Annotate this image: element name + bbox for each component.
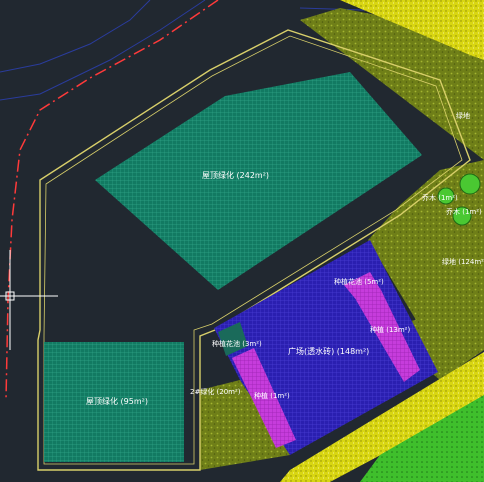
crosshair-cursor bbox=[0, 250, 58, 350]
lawn-left-label: 2#绿化 (20m²) bbox=[190, 387, 241, 396]
lawn-right-label: 绿地 (124m²) bbox=[442, 257, 484, 266]
drawing-svg[interactable]: 屋顶绿化 (242m²) 屋顶绿化 (95m²) 广场(透水砖) (148m²)… bbox=[0, 0, 484, 482]
tree-b-label: 乔木 (1m²) bbox=[446, 207, 482, 216]
planting-top-label: 种植花池 (5m²) bbox=[334, 277, 384, 286]
planting-bottom-label: 种植 (1m²) bbox=[254, 391, 290, 400]
planting-right-label: 种植 (13m²) bbox=[370, 325, 410, 334]
roof-green-bottom-label: 屋顶绿化 (95m²) bbox=[86, 396, 148, 406]
tree-a-label: 乔木 (1m²) bbox=[422, 193, 458, 202]
plaza-label: 广场(透水砖) (148m²) bbox=[288, 346, 369, 356]
lawn-top-right-label: 绿地 bbox=[456, 111, 470, 120]
cad-drawing-canvas[interactable]: 屋顶绿化 (242m²) 屋顶绿化 (95m²) 广场(透水砖) (148m²)… bbox=[0, 0, 484, 482]
roof-green-top-label: 屋顶绿化 (242m²) bbox=[202, 170, 269, 180]
planting-left-label: 种植花池 (3m²) bbox=[212, 339, 262, 348]
